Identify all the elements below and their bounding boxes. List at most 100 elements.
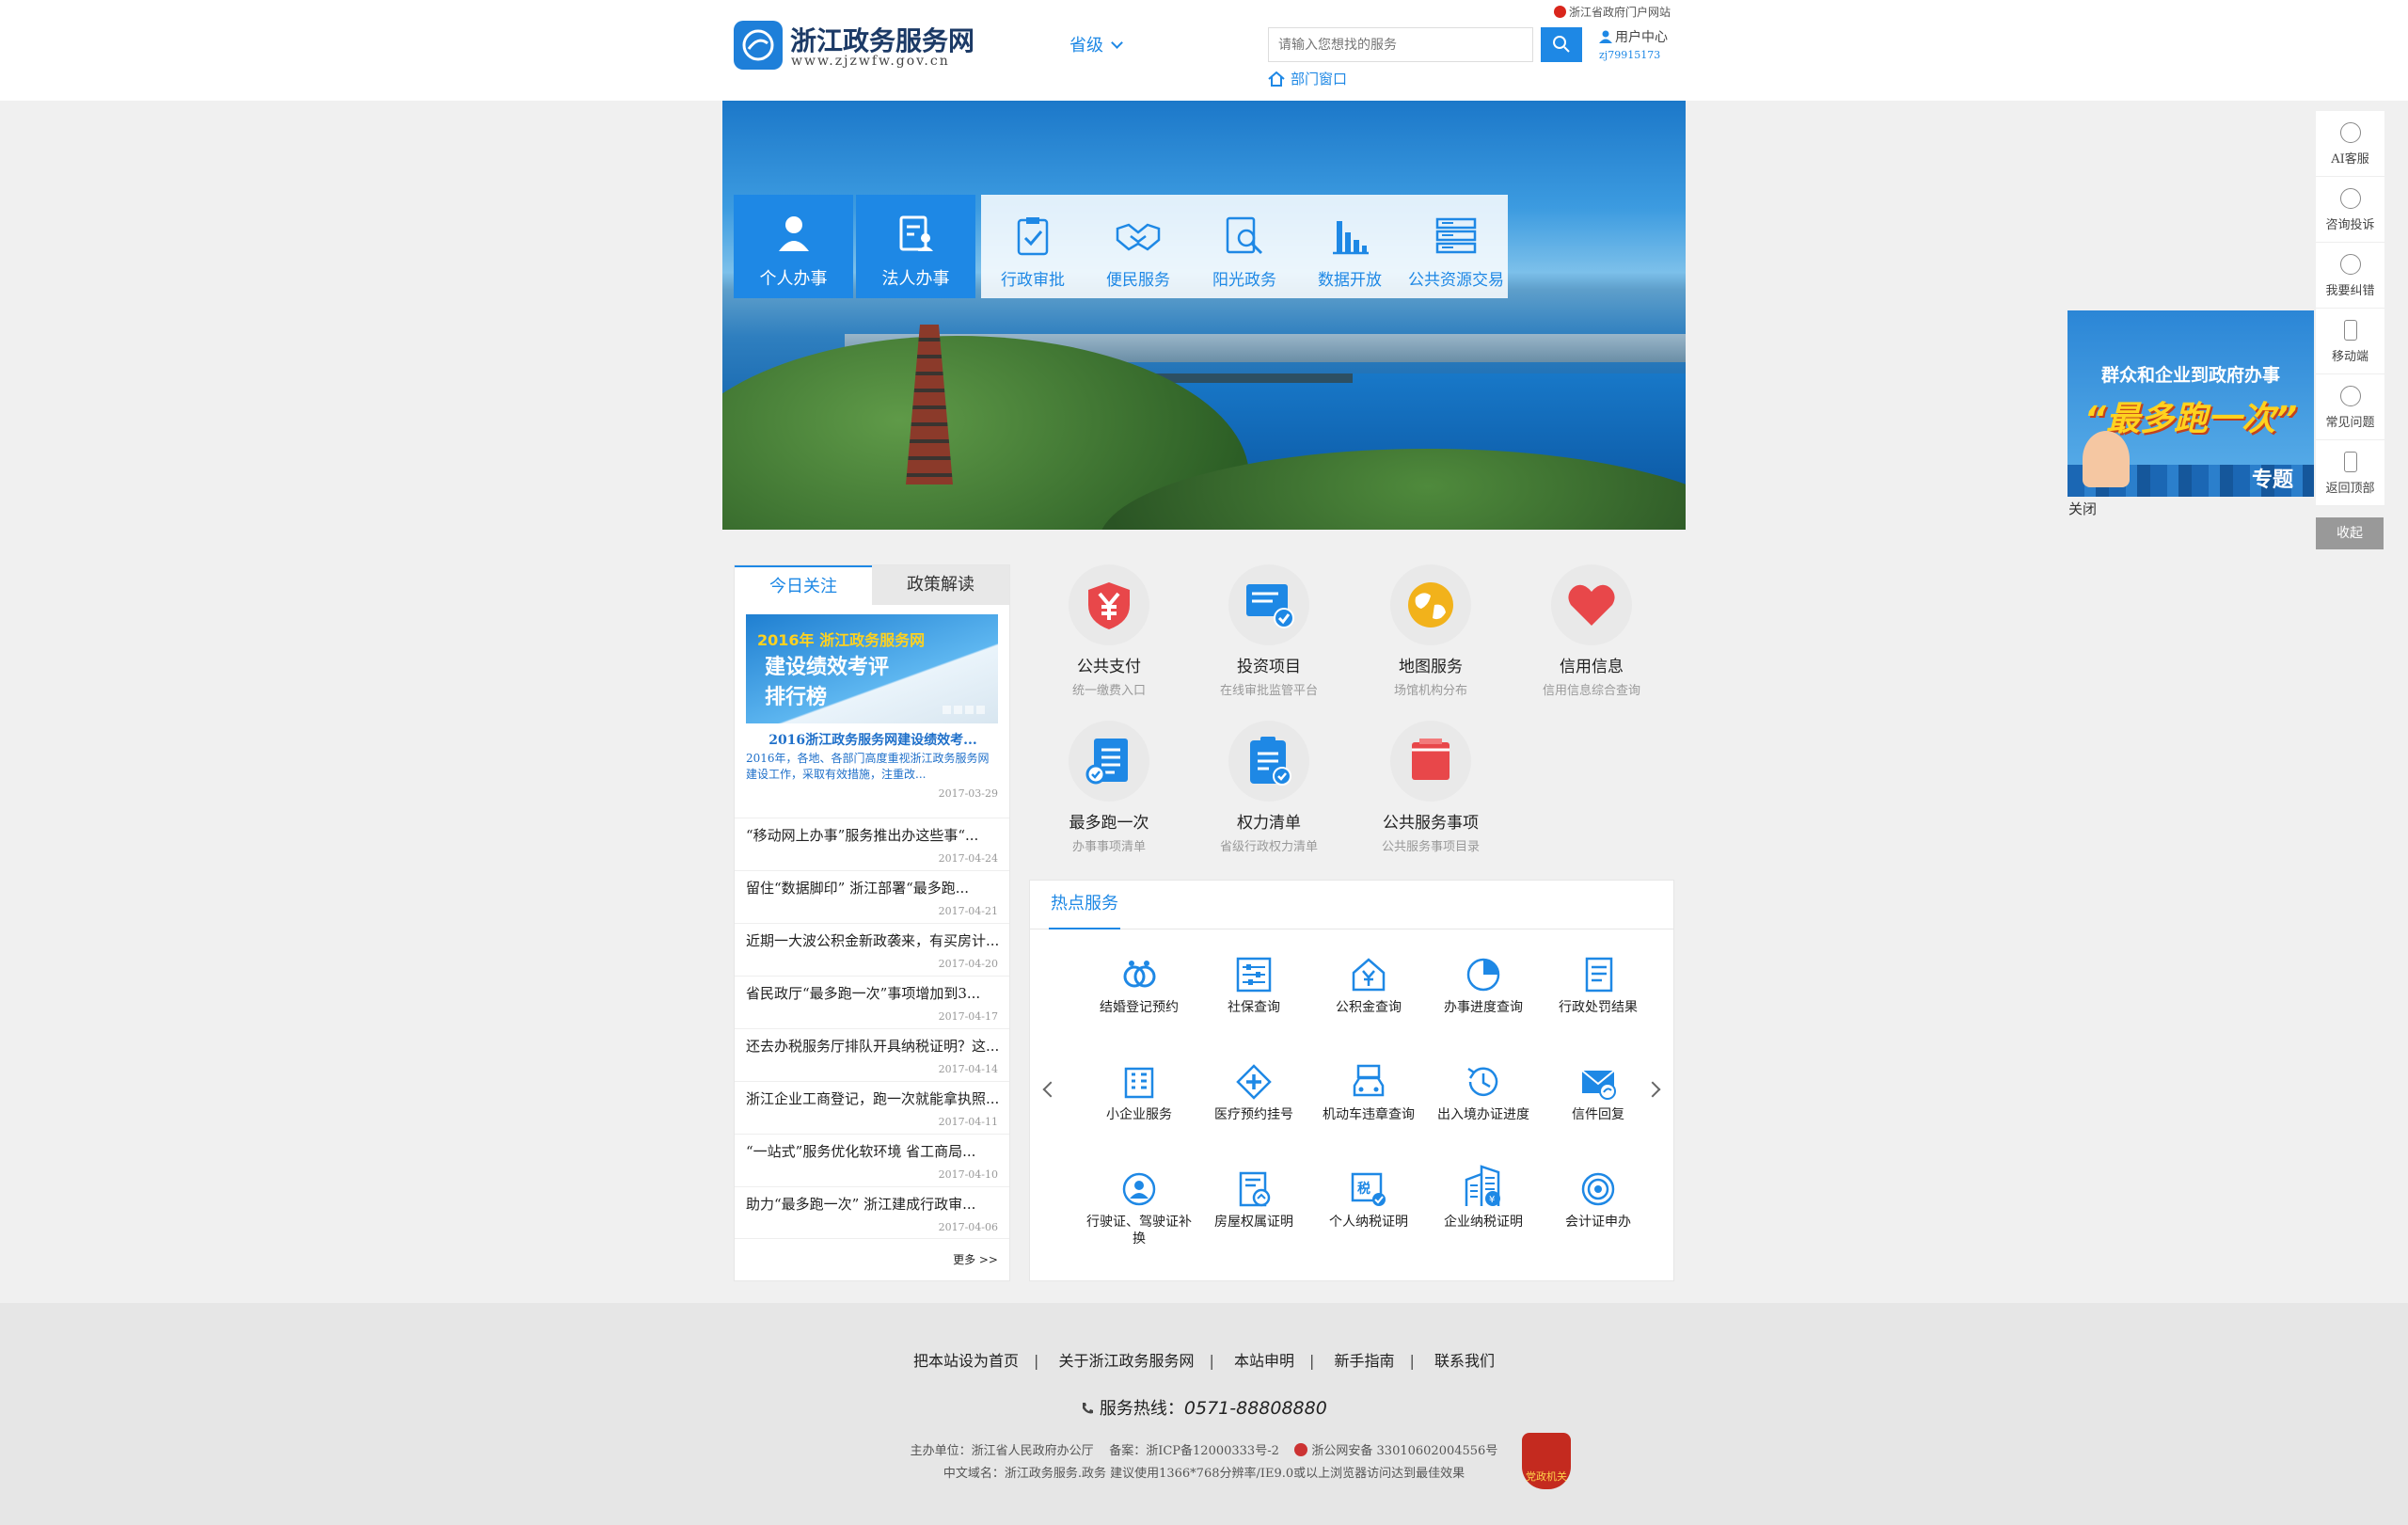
news-item-date: 2017-04-24 [938,852,998,865]
hot-penalty-results[interactable]: 行政处罚结果 [1542,956,1655,1016]
portal-label: 浙江省政府门户网站 [1569,6,1671,19]
app-map[interactable]: 地图服务 场馆机构分布 [1351,564,1511,698]
hot-license-replace[interactable]: 行驶证、驾驶证补换 [1083,1170,1196,1247]
monitor-check-icon [1246,584,1294,628]
hot-exit-entry[interactable]: 出入境办证进度 [1427,1063,1540,1123]
hot-progress-query[interactable]: 办事进度查询 [1427,956,1540,1016]
news-item[interactable]: 省民政厅“最多跑一次”事项增加到3... 2017-04-17 [735,976,1009,1028]
dock-collapse-button[interactable]: 收起 [2316,517,2384,549]
hot-letter-reply[interactable]: 信件回复 [1542,1063,1655,1123]
hot-vehicle-violation[interactable]: 机动车违章查询 [1312,1063,1425,1123]
svc-resources[interactable]: 公共资源交易 [1404,195,1508,298]
news-more-link[interactable]: 更多 >> [953,1251,998,1267]
hot-corporate-tax[interactable]: ¥ 企业纳税证明 [1427,1163,1540,1231]
svc-data[interactable]: 数据开放 [1298,195,1402,298]
level-dropdown[interactable]: 省级 [1069,32,1123,56]
footer-police[interactable]: 浙公网安备 33010602004556号 [1311,1444,1497,1458]
chat-bubble-icon [2339,188,2361,209]
quick-personal[interactable]: 个人办事 [734,195,853,298]
dock-correction[interactable]: 我要纠错 [2316,243,2384,309]
dept-window-link[interactable]: 部门窗口 [1268,69,1347,88]
portal-link[interactable]: 浙江省政府门户网站 [1554,4,1671,20]
news-item-title: 浙江企业工商登记，跑一次就能拿执照... [746,1090,998,1107]
dock-label: 返回顶部 [2325,482,2375,496]
hot-label: 房屋权属证明 [1214,1215,1293,1230]
dock-faq[interactable]: 常见问题 [2316,374,2384,440]
app-public-payment[interactable]: 公共支付 统一缴费入口 [1029,564,1189,698]
featured-img-line1: 建设绩效考评 [765,656,890,679]
featured-img-year: 2016年 浙江政务服务网 [757,631,926,649]
news-item[interactable]: 还去办税服务厅排队开具纳税证明？这... 2017-04-14 [735,1028,1009,1081]
site-logo[interactable] [734,21,783,70]
dock-consult[interactable]: 咨询投诉 [2316,177,2384,243]
news-tabs: 今日关注 政策解读 [735,565,1009,605]
user-center-link[interactable]: 用户中心 [1599,27,1668,46]
app-investment[interactable]: 投资项目 在线审批监管平台 [1189,564,1349,698]
hot-medical[interactable]: 医疗预约挂号 [1197,1063,1310,1123]
promo-banner[interactable]: 群众和企业到政府办事 “最多跑一次” 专题 [2067,310,2314,497]
footer-icp[interactable]: 备案：浙ICP备12000333号-2 [1109,1444,1279,1458]
news-item[interactable]: “一站式”服务优化软环境 省工商局... 2017-04-10 [735,1134,1009,1186]
app-name: 信用信息 [1560,658,1624,676]
rings-icon [1123,961,1156,988]
app-run-once[interactable]: 最多跑一次 办事事项清单 [1029,721,1189,854]
carousel-prev-icon[interactable] [1042,1081,1059,1098]
tab-today[interactable]: 今日关注 [735,565,872,605]
app-name: 地图服务 [1399,658,1463,676]
news-item[interactable]: 留住“数据脚印” 浙江部署“最多跑... 2017-04-21 [735,870,1009,923]
app-grid: 公共支付 统一缴费入口 投资项目 在线审批监管平台 地图服务 场馆机构分布 信用信息信… [1029,564,1674,875]
hot-social-security[interactable]: 社保查询 [1197,956,1310,1016]
news-item-date: 2017-04-17 [938,1010,998,1023]
hot-label: 出入境办证进度 [1437,1107,1529,1122]
news-item[interactable]: 浙江企业工商登记，跑一次就能拿执照... 2017-04-11 [735,1081,1009,1134]
party-government-badge[interactable]: 党政机关 [1522,1433,1571,1489]
tab-policy[interactable]: 政策解读 [872,565,1009,605]
featured-news-image[interactable]: 2016年 浙江政务服务网 建设绩效考评 排行榜 [746,614,998,723]
featured-news-title[interactable]: 2016浙江政务服务网建设绩效考... [746,730,1000,749]
search-button[interactable] [1541,27,1582,62]
app-public-services[interactable]: 公共服务事项 公共服务事项目录 [1351,721,1511,854]
folder-icon [1412,739,1450,780]
promo-close-button[interactable]: 关闭 [2068,499,2097,518]
app-sub: 省级行政权力清单 [1219,840,1318,854]
site-name[interactable]: 浙江政务服务网 [790,21,974,58]
news-panel: 今日关注 政策解读 2016年 浙江政务服务网 建设绩效考评 排行榜 2016浙… [734,564,1010,1281]
news-item[interactable]: 近期一大波公积金新政袭来，有买房计... 2017-04-20 [735,923,1009,976]
footer-link-statement[interactable]: 本站申明 [1234,1352,1294,1370]
hot-housing-fund[interactable]: 公积金查询 [1312,956,1425,1016]
carousel-dots[interactable] [940,700,985,718]
dock-back-to-top[interactable]: 返回顶部 [2316,440,2384,506]
footer-link-set-home[interactable]: 把本站设为首页 [913,1352,1019,1370]
footer-link-contact[interactable]: 联系我们 [1434,1352,1495,1370]
hot-label: 社保查询 [1228,1000,1280,1015]
hot-marriage[interactable]: 结婚登记预约 [1083,956,1196,1016]
hot-personal-tax[interactable]: 税个人纳税证明 [1312,1170,1425,1231]
promo-figure [2083,431,2130,487]
sliders-icon [1236,957,1272,993]
user-id[interactable]: zj79915173 [1599,49,1660,61]
hot-small-business[interactable]: 小企业服务 [1083,1063,1196,1123]
hot-property-proof[interactable]: 房屋权属证明 [1197,1170,1310,1231]
footer-link-about[interactable]: 关于浙江政务服务网 [1058,1352,1194,1370]
hot-label: 医疗预约挂号 [1214,1107,1293,1122]
svc-convenience[interactable]: 便民服务 [1086,195,1190,298]
dock-mobile[interactable]: 移动端 [2316,309,2384,374]
app-credit[interactable]: 信用信息 信用信息综合查询 [1512,564,1671,698]
quick-legal[interactable]: 法人办事 [856,195,975,298]
footer-link-guide[interactable]: 新手指南 [1334,1352,1394,1370]
robot-icon [2339,122,2361,143]
service-hotline: 服务热线：0571-88808880 [0,1395,2408,1420]
yuan-shield-icon [1088,582,1130,629]
dock-ai-service[interactable]: AI客服 [2316,111,2384,177]
heart-icon [1568,584,1615,626]
svc-sunshine[interactable]: 阳光政务 [1193,195,1296,298]
news-item-title: 省民政厅“最多跑一次”事项增加到3... [746,985,981,1002]
search-input[interactable] [1268,27,1533,62]
hot-accounting-cert[interactable]: 会计证申办 [1542,1170,1655,1231]
app-power-list[interactable]: 权力清单 省级行政权力清单 [1189,721,1349,854]
svc-approval[interactable]: 行政审批 [981,195,1085,298]
news-item[interactable]: “移动网上办事”服务推出办这些事“... 2017-04-24 [735,818,1009,870]
app-sub: 在线审批监管平台 [1219,684,1318,698]
hot-services-title[interactable]: 热点服务 [1049,881,1120,929]
news-item[interactable]: 助力“最多跑一次” 浙江建成行政审... 2017-04-06 [735,1186,1009,1239]
